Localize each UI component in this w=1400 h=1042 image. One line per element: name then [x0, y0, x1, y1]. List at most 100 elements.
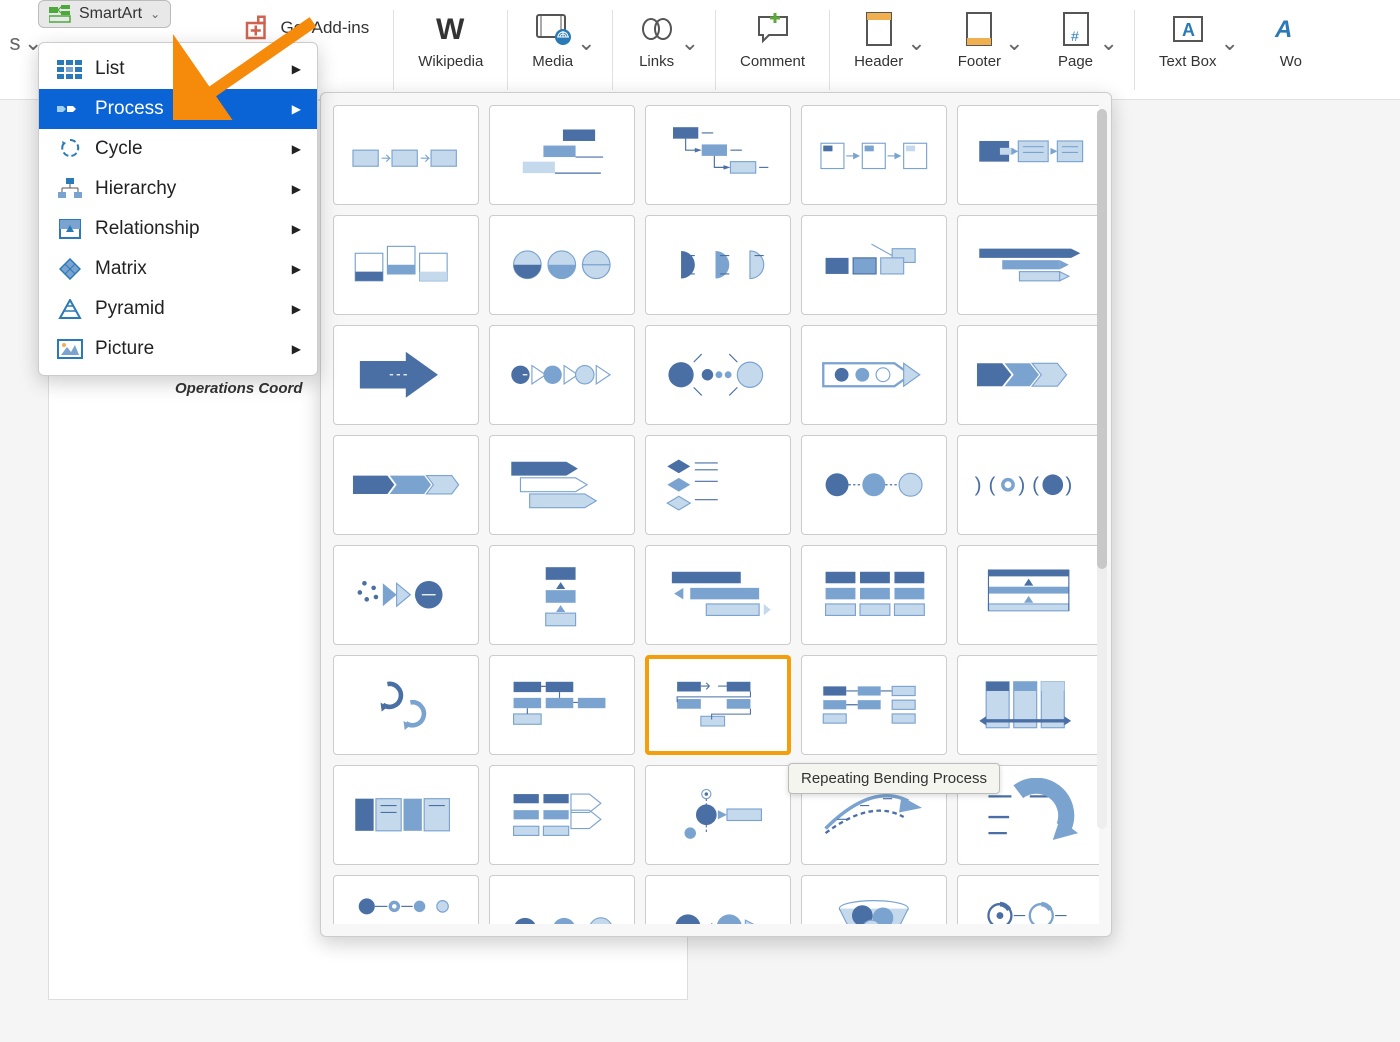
menu-item-hierarchy[interactable]: Hierarchy ▶	[39, 169, 317, 209]
smartart-icon	[49, 5, 71, 23]
smartart-thumbnail[interactable]	[801, 655, 947, 755]
smartart-thumbnail[interactable]: )()()	[957, 435, 1099, 535]
menu-item-matrix[interactable]: Matrix ▶	[39, 249, 317, 289]
scrollbar-thumb[interactable]	[1097, 109, 1107, 569]
text-box-icon: A	[1168, 9, 1208, 49]
wikipedia-label: Wikipedia	[418, 53, 483, 70]
menu-item-label: Picture	[95, 338, 154, 360]
menu-item-list[interactable]: List ▶	[39, 49, 317, 89]
smartart-thumbnail[interactable]	[957, 215, 1099, 315]
smartart-thumbnail[interactable]	[645, 325, 791, 425]
smartart-thumbnail[interactable]	[801, 875, 947, 924]
document-text-fragment: Operations Coord	[175, 380, 303, 397]
smartart-thumbnail[interactable]	[333, 655, 479, 755]
chevron-down-icon: ⌄	[150, 7, 160, 21]
smartart-thumbnail[interactable]	[645, 765, 791, 865]
menu-item-relationship[interactable]: Relationship ▶	[39, 209, 317, 249]
scrollbar[interactable]	[1097, 109, 1107, 829]
smartart-thumbnail[interactable]	[957, 325, 1099, 425]
smartart-thumbnail[interactable]: +	[645, 875, 791, 924]
comment-button[interactable]: Comment	[732, 5, 813, 74]
smartart-thumbnail[interactable]	[489, 655, 635, 755]
smartart-thumbnail[interactable]	[801, 545, 947, 645]
addins-icon	[242, 13, 272, 43]
svg-text:(: (	[1032, 474, 1039, 497]
svg-text:#: #	[1071, 28, 1079, 44]
menu-item-pyramid[interactable]: Pyramid ▶	[39, 289, 317, 329]
text-box-dropdown-arrow[interactable]: ⌄	[1220, 5, 1238, 56]
svg-text:(: (	[989, 474, 996, 497]
smartart-thumbnail[interactable]	[489, 215, 635, 315]
menu-item-process[interactable]: Process ▶	[39, 89, 317, 129]
smartart-thumbnail[interactable]: +=	[489, 875, 635, 924]
menu-item-label: Relationship	[95, 218, 200, 240]
media-dropdown-arrow[interactable]: ⌄	[577, 5, 595, 56]
footer-icon	[959, 9, 999, 49]
thumbnail-tooltip: Repeating Bending Process	[788, 763, 1000, 794]
smartart-thumbnail[interactable]	[645, 215, 791, 315]
pyramid-icon	[55, 297, 85, 321]
smartart-thumbnail[interactable]	[801, 105, 947, 205]
smartart-thumbnail[interactable]	[489, 545, 635, 645]
smartart-thumbnail[interactable]	[489, 105, 635, 205]
page-dropdown-arrow[interactable]: ⌄	[1100, 5, 1118, 56]
svg-text:): )	[975, 474, 982, 497]
menu-item-label: Process	[95, 98, 164, 120]
submenu-arrow-icon: ▶	[292, 182, 301, 196]
picture-icon	[55, 337, 85, 361]
wordart-button[interactable]: A Wo	[1263, 5, 1319, 74]
smartart-thumbnail[interactable]	[333, 545, 479, 645]
smartart-thumbnail[interactable]	[333, 105, 479, 205]
page-number-icon: #	[1056, 9, 1096, 49]
smartart-thumbnail[interactable]	[489, 765, 635, 865]
text-box-label: Text Box	[1159, 53, 1217, 70]
smartart-thumbnail[interactable]	[645, 655, 791, 755]
smartart-thumbnail[interactable]	[957, 875, 1099, 924]
page-number-button[interactable]: # Page	[1048, 5, 1104, 74]
menu-item-cycle[interactable]: Cycle ▶	[39, 129, 317, 169]
smartart-thumbnail[interactable]	[333, 875, 479, 924]
submenu-arrow-icon: ▶	[292, 102, 301, 116]
smartart-dropdown-button[interactable]: SmartArt ⌄	[38, 0, 171, 28]
submenu-arrow-icon: ▶	[292, 262, 301, 276]
header-dropdown-arrow[interactable]: ⌄	[907, 5, 925, 56]
wikipedia-icon: W	[431, 9, 471, 49]
smartart-thumbnail[interactable]	[957, 655, 1099, 755]
footer-button[interactable]: Footer	[950, 5, 1009, 74]
page-number-label: Page	[1058, 53, 1093, 70]
smartart-thumbnail[interactable]	[645, 105, 791, 205]
media-button[interactable]: Media	[524, 5, 581, 74]
submenu-arrow-icon: ▶	[292, 62, 301, 76]
smartart-thumbnail[interactable]	[333, 215, 479, 315]
smartart-thumbnail[interactable]	[801, 435, 947, 535]
submenu-arrow-icon: ▶	[292, 342, 301, 356]
links-dropdown-arrow[interactable]: ⌄	[681, 5, 699, 56]
menu-item-picture[interactable]: Picture ▶	[39, 329, 317, 369]
smartart-thumbnail[interactable]	[645, 435, 791, 535]
menu-item-label: Matrix	[95, 258, 147, 280]
smartart-thumbnail[interactable]	[957, 545, 1099, 645]
links-button[interactable]: Links	[629, 5, 685, 74]
svg-text:A: A	[1182, 20, 1195, 40]
smartart-thumbnail[interactable]	[801, 325, 947, 425]
smartart-thumbnail[interactable]	[957, 105, 1099, 205]
list-icon	[55, 57, 85, 81]
smartart-thumbnail[interactable]	[333, 325, 479, 425]
footer-label: Footer	[958, 53, 1001, 70]
smartart-thumbnail[interactable]	[645, 545, 791, 645]
text-box-button[interactable]: A Text Box	[1151, 5, 1225, 74]
smartart-thumbnail[interactable]	[489, 325, 635, 425]
footer-dropdown-arrow[interactable]: ⌄	[1005, 5, 1023, 56]
smartart-thumbnail[interactable]	[333, 435, 479, 535]
header-label: Header	[854, 53, 903, 70]
wikipedia-button[interactable]: W Wikipedia	[410, 5, 491, 74]
menu-item-label: List	[95, 58, 125, 80]
smartart-thumbnail[interactable]	[333, 765, 479, 865]
smartart-thumbnail[interactable]	[489, 435, 635, 535]
header-button[interactable]: Header	[846, 5, 911, 74]
submenu-arrow-icon: ▶	[292, 142, 301, 156]
menu-item-label: Hierarchy	[95, 178, 176, 200]
smartart-button-label: SmartArt	[79, 5, 142, 23]
smartart-thumbnail[interactable]	[801, 215, 947, 315]
media-icon	[533, 9, 573, 49]
